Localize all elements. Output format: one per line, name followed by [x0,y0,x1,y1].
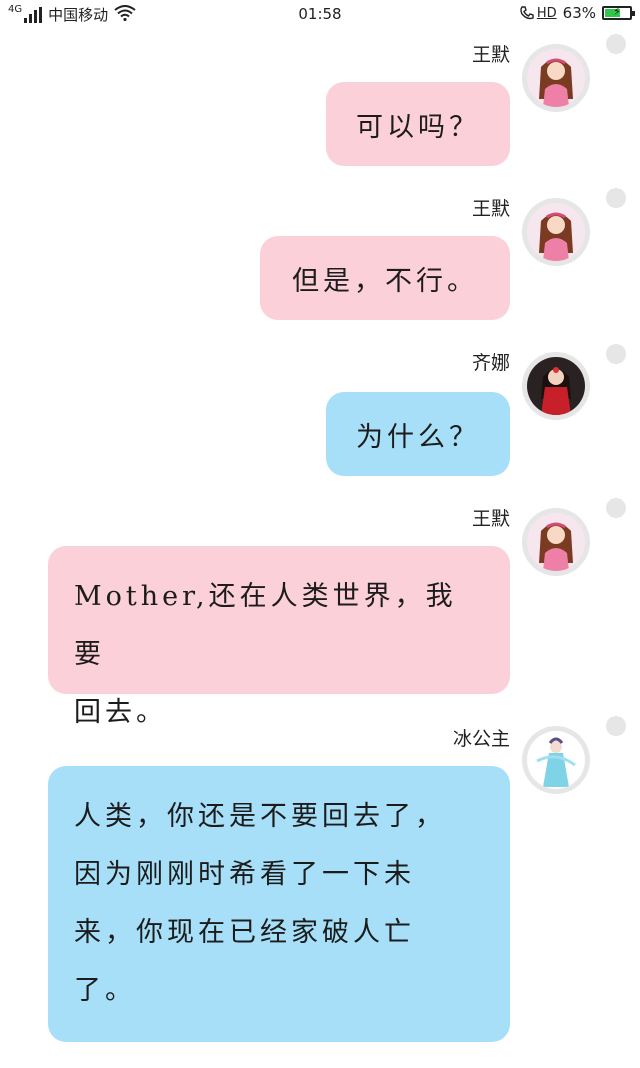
message-line: 来，你现在已经家破人亡 [74,917,415,948]
message-bubble[interactable]: 为什么？ [326,392,510,476]
status-dot [606,34,626,54]
ice-princess-avatar-icon [527,731,585,789]
pink-girl-avatar-icon [527,513,585,571]
message-bubble[interactable]: 人类，你还是不要回去了， 因为刚刚时希看了一下未 来，你现在已经家破人亡 了。 [48,766,510,1042]
message-line: 因为刚刚时希看了一下未 [74,859,415,890]
battery-percent: 63% [562,4,596,22]
avatar[interactable] [522,352,590,420]
avatar[interactable] [522,44,590,112]
message-line: 人类，你还是不要回去了， [74,801,446,832]
message-line: 回去。 [74,697,167,728]
sender-name: 冰公主 [452,728,510,750]
message-bubble[interactable]: 但是，不行。 [260,236,510,320]
battery-icon: ⚡ [602,5,635,20]
status-dot [606,716,626,736]
sender-name: 齐娜 [471,352,510,374]
pink-girl-avatar-icon [527,203,585,261]
message-line: Mother,还在人类世界，我要 [74,581,457,670]
avatar[interactable] [522,726,590,794]
status-bar: 4G 中国移动 01:58 HD 63% ⚡ [0,0,640,32]
avatar[interactable] [522,508,590,576]
sender-name: 王默 [471,44,510,66]
message-line: 了。 [74,975,136,1006]
status-dot [606,498,626,518]
message-bubble[interactable]: Mother,还在人类世界，我要 回去。 [48,546,510,728]
charging-bolt-icon: ⚡ [613,5,621,18]
avatar[interactable] [522,198,590,266]
status-dot [606,344,626,364]
sender-name: 王默 [471,198,510,220]
status-right: HD 63% ⚡ [519,4,635,22]
sender-name: 王默 [471,508,510,530]
hd-label: HD [536,5,557,21]
hd-call-icon: HD [519,5,557,21]
message-bubble[interactable]: 可以吗？ [326,82,510,166]
status-dot [606,188,626,208]
pink-girl-avatar-icon [527,49,585,107]
red-dress-girl-avatar-icon [527,357,585,415]
